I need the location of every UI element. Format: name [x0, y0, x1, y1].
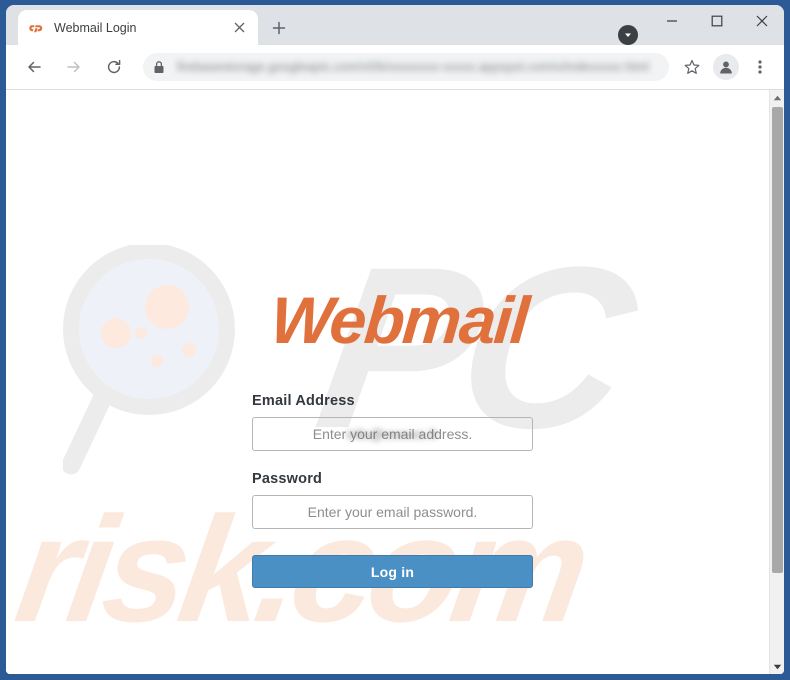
new-tab-button[interactable]	[266, 15, 292, 41]
login-form: Email Address info@xxxxxx.fr Password Lo…	[252, 393, 533, 588]
url-text: firebasestorage.googleapis.com/v0/b/xxxx…	[177, 60, 649, 74]
reload-icon[interactable]	[99, 52, 129, 82]
magnifying-glass-icon	[61, 243, 235, 480]
password-input[interactable]	[252, 495, 533, 529]
back-arrow-icon[interactable]	[19, 52, 49, 82]
browser-window: Webmail Login firebasestorage.googleapis…	[6, 5, 784, 674]
forward-arrow-icon[interactable]	[59, 52, 89, 82]
vertical-scrollbar[interactable]	[769, 90, 784, 674]
login-button[interactable]: Log in	[252, 555, 533, 588]
browser-window-frame: Webmail Login firebasestorage.googleapis…	[0, 0, 790, 680]
page-viewport: PC risk.com Webmail Email Address info@x…	[6, 90, 784, 674]
profile-avatar-icon[interactable]	[713, 54, 739, 80]
lock-icon	[153, 60, 169, 74]
minimize-icon[interactable]	[649, 5, 694, 37]
star-icon[interactable]	[678, 53, 706, 81]
close-icon[interactable]	[230, 19, 248, 37]
scrollbar-thumb[interactable]	[772, 107, 783, 573]
scroll-up-arrow-icon[interactable]	[770, 90, 784, 105]
window-controls	[649, 5, 784, 45]
email-input[interactable]	[252, 417, 533, 451]
cpanel-icon	[28, 19, 45, 36]
download-circle-icon[interactable]	[618, 25, 638, 45]
three-dot-menu-icon[interactable]	[746, 53, 774, 81]
tab-title: Webmail Login	[54, 20, 137, 35]
browser-toolbar: firebasestorage.googleapis.com/v0/b/xxxx…	[6, 45, 784, 90]
email-field-wrapper: info@xxxxxx.fr	[252, 417, 533, 451]
email-label: Email Address	[252, 393, 355, 409]
webmail-logo: Webmail	[267, 283, 531, 357]
scroll-down-arrow-icon[interactable]	[770, 659, 784, 674]
browser-tab[interactable]: Webmail Login	[18, 10, 258, 45]
close-icon[interactable]	[739, 5, 784, 37]
maximize-icon[interactable]	[694, 5, 739, 37]
tab-strip: Webmail Login	[6, 5, 784, 45]
address-bar[interactable]: firebasestorage.googleapis.com/v0/b/xxxx…	[143, 53, 669, 81]
password-label: Password	[252, 471, 323, 487]
webmail-login-page: PC risk.com Webmail Email Address info@x…	[6, 90, 769, 674]
